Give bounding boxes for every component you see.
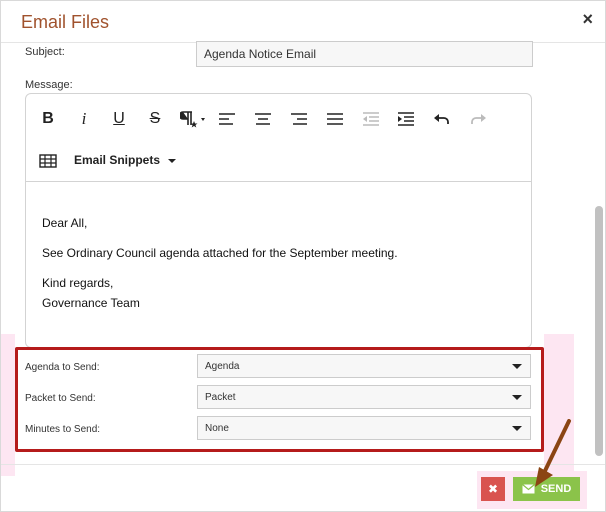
greeting-text: Dear All, bbox=[42, 216, 88, 230]
cancel-button[interactable]: ✖ bbox=[481, 477, 505, 501]
align-center-icon bbox=[255, 113, 271, 125]
signature-text: Governance Team bbox=[42, 296, 140, 310]
paragraph-format-button[interactable] bbox=[179, 108, 209, 130]
redo-button[interactable] bbox=[467, 108, 489, 130]
underline-button[interactable]: U bbox=[108, 108, 130, 130]
align-right-icon bbox=[291, 113, 307, 125]
caret-down-icon bbox=[168, 158, 177, 163]
editor-content[interactable]: Dear All, See Ordinary Council agenda at… bbox=[26, 182, 531, 313]
message-label: Message: bbox=[25, 79, 73, 91]
email-files-dialog: Email Files × Subject: Agenda Notice Ema… bbox=[0, 0, 606, 512]
scrollbar-thumb[interactable] bbox=[595, 206, 603, 456]
highlight-annotation-box bbox=[15, 347, 544, 452]
indent-icon bbox=[398, 112, 414, 126]
close-icon: ✖ bbox=[487, 482, 499, 496]
subject-label: Subject: bbox=[25, 46, 65, 58]
italic-button[interactable]: i bbox=[73, 108, 95, 130]
indent-button[interactable] bbox=[395, 108, 417, 130]
regards-text: Kind regards, bbox=[42, 276, 114, 290]
email-snippets-label: Email Snippets bbox=[74, 153, 161, 167]
subject-input[interactable]: Agenda Notice Email bbox=[196, 41, 533, 67]
align-center-button[interactable] bbox=[252, 108, 274, 130]
message-editor: B i U S Email Snippets Dear All, See Ord… bbox=[25, 93, 532, 348]
dialog-header: Email Files × bbox=[1, 1, 605, 43]
undo-button[interactable] bbox=[431, 108, 453, 130]
insert-table-button[interactable] bbox=[37, 150, 59, 172]
dialog-title: Email Files bbox=[21, 12, 110, 32]
paragraph-format-icon bbox=[180, 111, 205, 128]
outdent-button[interactable] bbox=[360, 108, 382, 130]
close-icon[interactable]: × bbox=[582, 9, 593, 30]
editor-toolbar: B i U S Email Snippets bbox=[26, 94, 531, 182]
justify-icon bbox=[327, 113, 343, 125]
highlight-shading-left bbox=[1, 334, 15, 476]
align-right-button[interactable] bbox=[288, 108, 310, 130]
bold-button[interactable]: B bbox=[37, 108, 59, 130]
undo-icon bbox=[434, 114, 449, 124]
align-left-icon bbox=[219, 113, 235, 125]
align-left-button[interactable] bbox=[216, 108, 238, 130]
footer-divider bbox=[1, 464, 605, 465]
table-icon bbox=[39, 154, 57, 168]
email-snippets-dropdown[interactable]: Email Snippets bbox=[74, 153, 177, 167]
justify-button[interactable] bbox=[324, 108, 346, 130]
redo-icon bbox=[471, 114, 486, 124]
outdent-icon bbox=[363, 112, 379, 126]
strikethrough-button[interactable]: S bbox=[144, 108, 166, 130]
body-line: See Ordinary Council agenda attached for… bbox=[42, 246, 398, 260]
arrow-annotation-icon bbox=[535, 419, 571, 487]
